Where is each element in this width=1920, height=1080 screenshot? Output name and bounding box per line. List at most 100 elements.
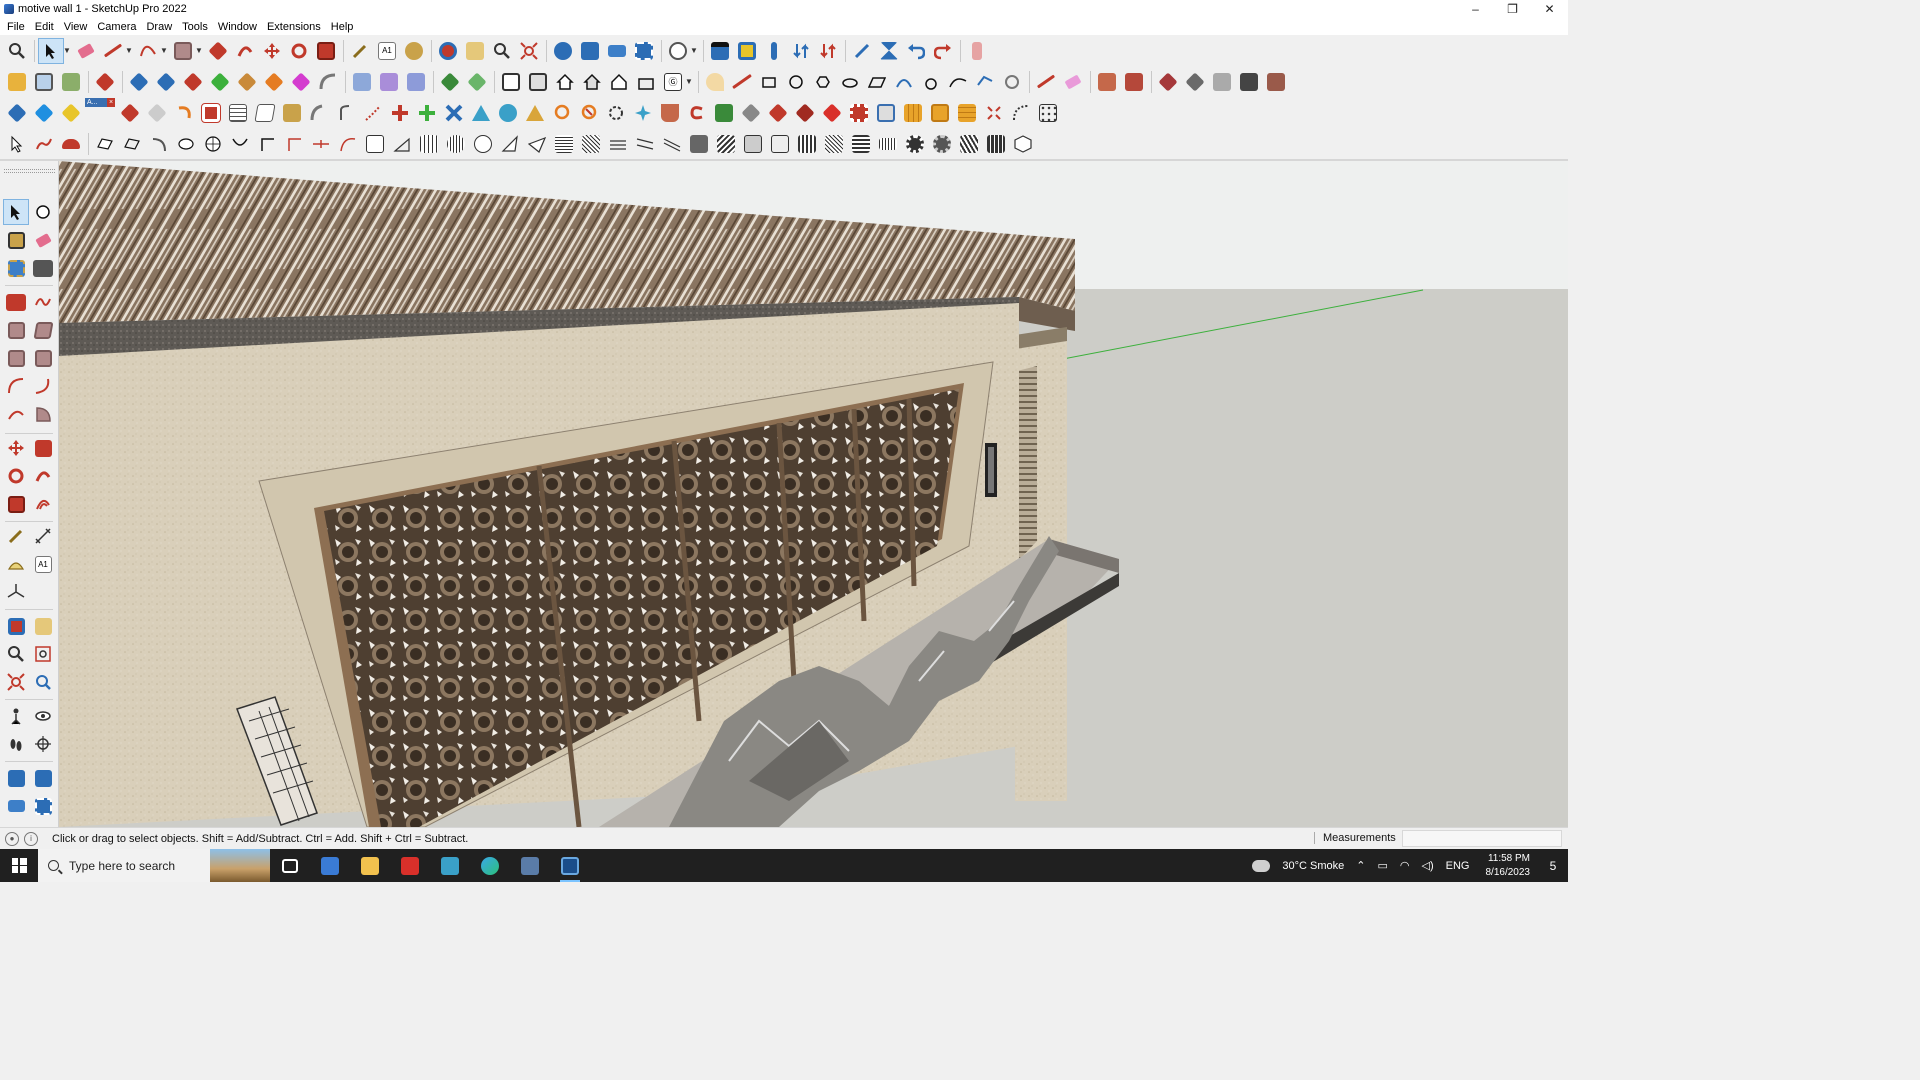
chevron-down-icon[interactable]: ▼ [160, 46, 168, 55]
paint-red-icon[interactable] [117, 100, 143, 126]
align-icon[interactable] [761, 38, 787, 64]
stack-2-icon[interactable] [794, 131, 820, 157]
circle-icon[interactable] [3, 345, 29, 371]
house-side-icon[interactable] [606, 69, 632, 95]
grid-orange-icon[interactable] [900, 100, 926, 126]
twist-icon[interactable] [227, 131, 253, 157]
push-pull-icon[interactable] [30, 435, 56, 461]
2-point-arc-icon[interactable] [30, 373, 56, 399]
fence-icon[interactable] [416, 131, 442, 157]
leaf-icon[interactable] [497, 131, 523, 157]
start-button[interactable] [0, 849, 38, 882]
info-icon[interactable]: i [24, 831, 38, 846]
curve-red-icon[interactable] [335, 131, 361, 157]
page-icon[interactable] [252, 100, 278, 126]
previous-view-icon[interactable] [30, 669, 56, 695]
strands-3-icon[interactable] [659, 131, 685, 157]
terrain-icon[interactable] [464, 69, 490, 95]
rectangle-icon[interactable] [170, 38, 196, 64]
arrow-magenta-icon[interactable] [288, 69, 314, 95]
battery-icon[interactable]: ▭ [1378, 859, 1388, 872]
send-to-layout-icon[interactable] [631, 38, 657, 64]
axes-icon[interactable] [3, 579, 29, 605]
position-camera-icon[interactable] [3, 703, 29, 729]
sandbox-icon[interactable] [437, 69, 463, 95]
column-icon[interactable] [362, 131, 388, 157]
edge-icon[interactable] [470, 849, 510, 882]
measurements-input[interactable] [1402, 830, 1562, 847]
select-icon[interactable] [3, 199, 29, 225]
grid-orange-2-icon[interactable] [954, 100, 980, 126]
star-icon[interactable] [630, 100, 656, 126]
component-place-icon[interactable] [734, 38, 760, 64]
text-icon[interactable]: A1 [30, 551, 56, 577]
freehand-icon[interactable] [30, 289, 56, 315]
menu-file[interactable]: File [2, 21, 30, 33]
menu-camera[interactable]: Camera [92, 21, 141, 33]
pan-icon[interactable] [462, 38, 488, 64]
look-around-icon[interactable] [30, 703, 56, 729]
paint-bucket-icon[interactable] [401, 38, 427, 64]
grid-icon[interactable] [225, 100, 251, 126]
house-left-icon[interactable] [633, 69, 659, 95]
protractor-icon[interactable] [3, 551, 29, 577]
search-highlight-image[interactable] [210, 849, 270, 882]
notifications-icon[interactable]: 5 [1538, 849, 1568, 882]
section-plane-icon[interactable] [876, 38, 902, 64]
square-red-icon[interactable] [198, 100, 224, 126]
section-plane-icon[interactable] [30, 731, 56, 757]
wave-icon[interactable] [956, 131, 982, 157]
wifi-icon[interactable]: ◠ [1400, 859, 1410, 872]
frame-icon[interactable] [873, 100, 899, 126]
column-2-icon[interactable] [740, 131, 766, 157]
offset-icon[interactable] [30, 491, 56, 517]
scatter-icon[interactable] [981, 100, 1007, 126]
solid-tools-icon[interactable] [92, 69, 118, 95]
lasso-2-icon[interactable] [603, 100, 629, 126]
shadow-icon[interactable] [702, 69, 728, 95]
stack-diag-icon[interactable] [578, 131, 604, 157]
task-view-icon[interactable] [270, 849, 310, 882]
eraser-icon[interactable] [73, 38, 99, 64]
polygon-1-icon[interactable] [756, 69, 782, 95]
red-cubes-icon[interactable] [765, 100, 791, 126]
menu-extensions[interactable]: Extensions [262, 21, 326, 33]
column-3-icon[interactable] [767, 131, 793, 157]
dimension-icon[interactable] [849, 38, 875, 64]
style-icon[interactable]: Ⓖ [660, 69, 686, 95]
chevron-down-icon[interactable]: ▼ [685, 77, 693, 86]
snipping-tool-icon[interactable] [510, 849, 550, 882]
arrow-green-icon[interactable] [207, 69, 233, 95]
slope-icon[interactable] [389, 131, 415, 157]
arc-icon[interactable] [891, 69, 917, 95]
polyline-red-icon[interactable] [31, 131, 57, 157]
volume-icon[interactable]: ◁) [1422, 859, 1434, 872]
zoom-icon[interactable] [3, 641, 29, 667]
cloud-outline-icon[interactable] [92, 131, 118, 157]
pattern-icon[interactable] [846, 100, 872, 126]
sketchup-3-icon[interactable] [430, 849, 470, 882]
parallelogram-icon[interactable] [864, 69, 890, 95]
corner-icon[interactable] [254, 131, 280, 157]
3d-text-icon[interactable] [30, 579, 56, 605]
cross-green-icon[interactable] [414, 100, 440, 126]
geo-location-icon[interactable]: ● [5, 831, 19, 846]
tag-tool-icon[interactable] [3, 255, 29, 281]
sphere-mesh-icon[interactable] [200, 131, 226, 157]
house-back-icon[interactable] [579, 69, 605, 95]
cross-red-icon[interactable] [387, 100, 413, 126]
minimize-button[interactable]: – [1457, 0, 1494, 18]
dimension-icon[interactable] [30, 523, 56, 549]
cube-outline-icon[interactable] [1010, 131, 1036, 157]
arc-icon[interactable] [3, 373, 29, 399]
strands-2-icon[interactable] [632, 131, 658, 157]
loop-icon[interactable] [684, 100, 710, 126]
view-top-icon[interactable] [525, 69, 551, 95]
menu-view[interactable]: View [59, 21, 93, 33]
cone-icon[interactable] [468, 100, 494, 126]
measure-red-icon[interactable] [1033, 69, 1059, 95]
polyline-icon[interactable] [972, 69, 998, 95]
grid-dots-icon[interactable] [1035, 100, 1061, 126]
car-icon[interactable] [58, 131, 84, 157]
3-point-arc-icon[interactable] [3, 401, 29, 427]
